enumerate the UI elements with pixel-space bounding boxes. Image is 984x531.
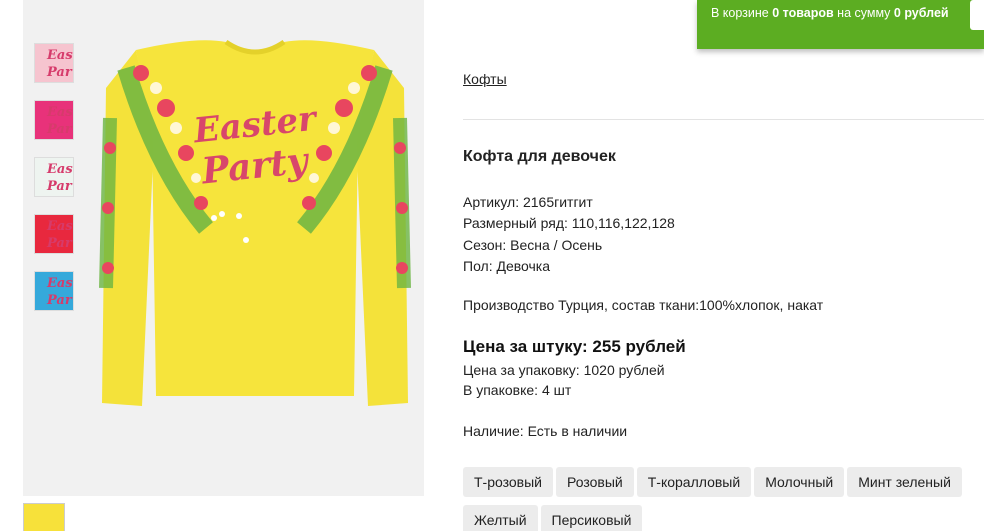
product-article: Артикул: 2165гитгит [463, 194, 593, 210]
cart-prefix: В корзине [711, 6, 773, 20]
color-option[interactable]: Т-коралловый [636, 467, 752, 497]
thumbnail[interactable]: Eas Par [34, 43, 74, 83]
thumbnail-text: Eas Par [47, 105, 73, 137]
color-option[interactable]: Розовый [556, 467, 634, 497]
thumbnail-text: Eas Par [47, 162, 73, 194]
thumbnail-text: Eas Par [47, 276, 73, 308]
product-season: Сезон: Весна / Осень [463, 236, 603, 253]
thumbnail[interactable]: Eas Par [34, 214, 74, 254]
color-option[interactable]: Молочный [754, 467, 845, 497]
thumbnail[interactable]: Eas Par [34, 271, 74, 311]
thumbnail-text: Eas Par [47, 48, 73, 80]
price-per-unit: Цена за штуку: 255 рублей [463, 337, 686, 356]
cart-summary-banner[interactable]: В корзине 0 товаров на сумму 0 рублей [697, 0, 984, 49]
bottom-thumbnail[interactable] [23, 503, 65, 531]
color-option[interactable]: Желтый [463, 505, 538, 531]
product-properties: Артикул: 2165гитгит Размерный ряд: 110,1… [463, 192, 675, 277]
breadcrumb-link[interactable]: Кофты [463, 71, 507, 87]
divider [463, 119, 984, 120]
thumbnail[interactable]: Eas Par [34, 157, 74, 197]
color-option[interactable]: Т-розовый [463, 467, 553, 497]
cart-count: 0 товаров [772, 6, 834, 20]
product-gender: Пол: Девочка [463, 257, 551, 274]
cart-middle: на сумму [833, 6, 894, 20]
product-sizes: Размерный ряд: 110,116,122,128 [463, 215, 675, 232]
product-production: Производство Турция, состав ткани:100%хл… [463, 297, 824, 313]
cart-button[interactable] [970, 0, 984, 30]
cart-sum: 0 рублей [893, 6, 949, 20]
product-main-image[interactable]: Easter Party [96, 28, 414, 416]
pack-quantity: В упаковке: 4 шт [463, 382, 572, 398]
availability-status: Наличие: Есть в наличии [463, 423, 628, 439]
color-options: Т-розовый Розовый Т-коралловый Молочный Минт… [463, 467, 984, 531]
price-pack-info: Цена за упаковку: 1020 рублей В упаковке… [463, 360, 665, 400]
color-option[interactable]: Минт зеленый [847, 467, 962, 497]
price-per-pack: Цена за упаковку: 1020 рублей [463, 362, 665, 378]
product-title: Кофта для девочек [463, 148, 616, 165]
shirt-body [136, 40, 374, 396]
color-option[interactable]: Персиковый [540, 505, 643, 531]
thumbnail-text: Eas Par [47, 219, 73, 251]
thumbnail[interactable]: Eas Par [34, 100, 74, 140]
thumbnail-list: Eas Par Eas Par Eas Par Eas Par Eas Par [34, 43, 76, 328]
